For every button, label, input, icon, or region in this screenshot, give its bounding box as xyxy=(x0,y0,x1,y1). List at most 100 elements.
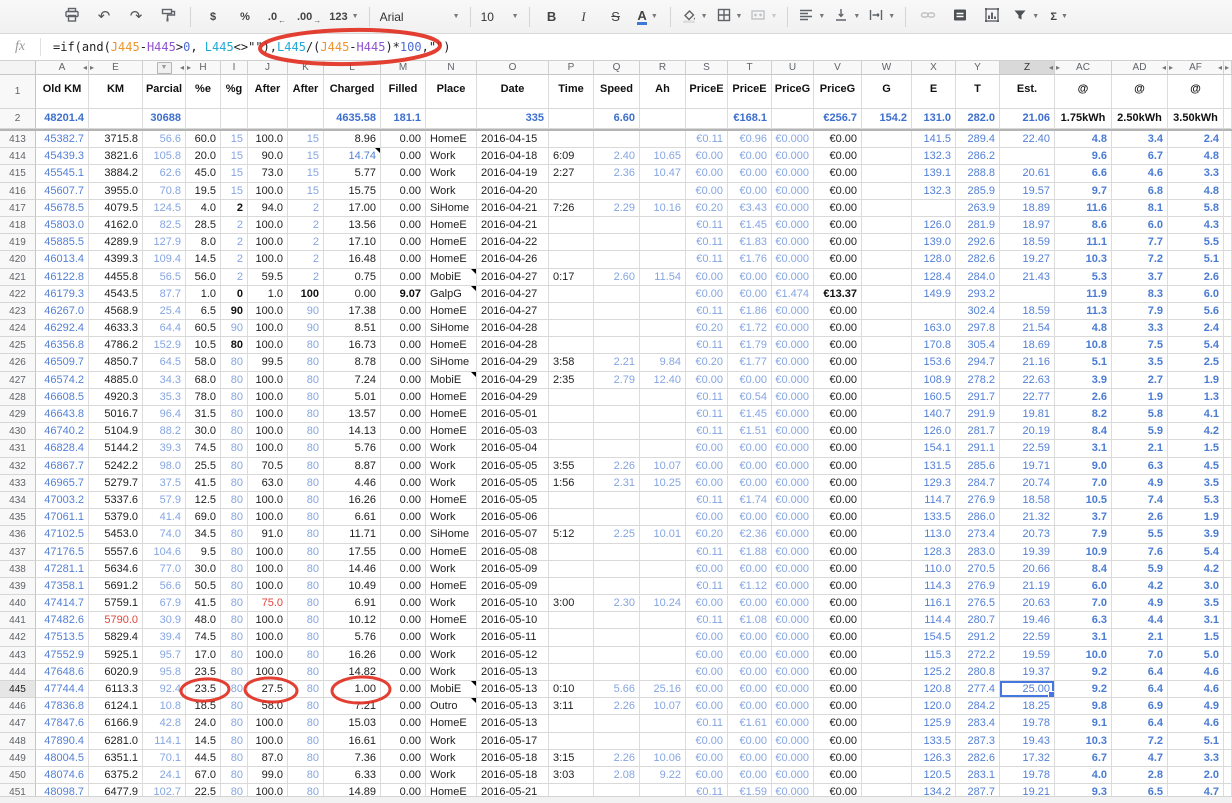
cell-O413[interactable]: 2016-04-15 xyxy=(477,131,549,148)
cell-S422[interactable]: €0.00 xyxy=(686,286,728,303)
cell-K444[interactable]: 80 xyxy=(288,664,324,681)
cell-Y449[interactable]: 282.6 xyxy=(956,750,1000,767)
cell-V426[interactable]: €0.00 xyxy=(814,354,862,371)
cell-tail[interactable] xyxy=(1224,715,1232,732)
cell-F431[interactable]: 39.3 xyxy=(143,440,186,457)
cell-O429[interactable]: 2016-05-01 xyxy=(477,406,549,423)
cell-Y448[interactable]: 287.3 xyxy=(956,733,1000,750)
merge-cells-button[interactable]: ▼ xyxy=(747,5,780,29)
cell-N439[interactable]: HomeE xyxy=(426,578,477,595)
cell-Y450[interactable]: 283.1 xyxy=(956,767,1000,784)
column-header-P[interactable]: P xyxy=(549,61,594,75)
cell-AD431[interactable]: 2.1 xyxy=(1112,440,1168,457)
row-header-435[interactable]: 435 xyxy=(0,509,36,526)
cell-V422[interactable]: €13.37 xyxy=(814,286,862,303)
cell-M432[interactable]: 0.00 xyxy=(381,458,426,475)
cell-V415[interactable]: €0.00 xyxy=(814,165,862,182)
cell-V420[interactable]: €0.00 xyxy=(814,251,862,268)
cell-P425[interactable] xyxy=(549,337,594,354)
cell-M417[interactable]: 0.00 xyxy=(381,200,426,217)
cell-F450[interactable]: 24.1 xyxy=(143,767,186,784)
cell-W448[interactable] xyxy=(862,733,912,750)
cell-M2[interactable]: 181.1 xyxy=(381,109,426,129)
cell-T2[interactable]: €168.1 xyxy=(728,109,772,129)
cell-AD416[interactable]: 6.8 xyxy=(1112,183,1168,200)
cell-V436[interactable]: €0.00 xyxy=(814,526,862,543)
cell-T415[interactable]: €0.00 xyxy=(728,165,772,182)
cell-A431[interactable]: 46828.4 xyxy=(36,440,89,457)
cell-tail[interactable] xyxy=(1224,217,1232,234)
cell-S447[interactable]: €0.11 xyxy=(686,715,728,732)
cell-W442[interactable] xyxy=(862,629,912,646)
cell-AC447[interactable]: 9.1 xyxy=(1055,715,1112,732)
cell-E422[interactable]: 4543.5 xyxy=(89,286,143,303)
cell-Q431[interactable] xyxy=(594,440,640,457)
cell-J443[interactable]: 100.0 xyxy=(248,647,288,664)
column-header-X[interactable]: X xyxy=(912,61,956,75)
cell-I431[interactable]: 80 xyxy=(221,440,248,457)
cell-P424[interactable] xyxy=(549,320,594,337)
cell-F441[interactable]: 30.9 xyxy=(143,612,186,629)
cell-X425[interactable]: 170.8 xyxy=(912,337,956,354)
cell-M424[interactable]: 0.00 xyxy=(381,320,426,337)
cell-AC427[interactable]: 3.9 xyxy=(1055,372,1112,389)
cell-X445[interactable]: 120.8 xyxy=(912,681,956,698)
cell-X447[interactable]: 125.9 xyxy=(912,715,956,732)
cell-tail[interactable] xyxy=(1224,372,1232,389)
cell-L449[interactable]: 7.36 xyxy=(324,750,381,767)
cell-Z428[interactable]: 22.77 xyxy=(1000,389,1055,406)
cell-F428[interactable]: 35.3 xyxy=(143,389,186,406)
row-header-428[interactable]: 428 xyxy=(0,389,36,406)
cell-R431[interactable] xyxy=(640,440,686,457)
cell-F443[interactable]: 95.7 xyxy=(143,647,186,664)
cell-Z446[interactable]: 18.25 xyxy=(1000,698,1055,715)
row-header-441[interactable]: 441 xyxy=(0,612,36,629)
cell-W426[interactable] xyxy=(862,354,912,371)
cell-Y413[interactable]: 289.4 xyxy=(956,131,1000,148)
cell-L425[interactable]: 16.73 xyxy=(324,337,381,354)
cell-Z434[interactable]: 18.58 xyxy=(1000,492,1055,509)
cell-U443[interactable]: €0.000 xyxy=(772,647,814,664)
horizontal-align-button[interactable]: ▼ xyxy=(795,5,828,29)
cell-P421[interactable]: 0:17 xyxy=(549,269,594,286)
cell-W428[interactable] xyxy=(862,389,912,406)
cell-J414[interactable]: 90.0 xyxy=(248,148,288,165)
cell-Q449[interactable]: 2.26 xyxy=(594,750,640,767)
cell-tail[interactable] xyxy=(1224,148,1232,165)
cell-N425[interactable]: HomeE xyxy=(426,337,477,354)
cell-S433[interactable]: €0.00 xyxy=(686,475,728,492)
cell-V439[interactable]: €0.00 xyxy=(814,578,862,595)
cell-N443[interactable]: Work xyxy=(426,647,477,664)
cell-I439[interactable]: 80 xyxy=(221,578,248,595)
cell-H424[interactable]: 60.5 xyxy=(186,320,221,337)
cell-U424[interactable]: €0.000 xyxy=(772,320,814,337)
cell-Z445[interactable]: 25.00 xyxy=(1000,681,1055,698)
cell-X422[interactable]: 149.9 xyxy=(912,286,956,303)
filter-button[interactable]: ▼ xyxy=(1009,5,1042,29)
cell-R440[interactable]: 10.24 xyxy=(640,595,686,612)
grid-corner[interactable] xyxy=(0,61,36,75)
row-header-438[interactable]: 438 xyxy=(0,561,36,578)
insert-link-button[interactable] xyxy=(913,5,943,29)
cell-S418[interactable]: €0.11 xyxy=(686,217,728,234)
cell-L418[interactable]: 13.56 xyxy=(324,217,381,234)
cell-U437[interactable]: €0.000 xyxy=(772,544,814,561)
cell-AC450[interactable]: 4.0 xyxy=(1055,767,1112,784)
cell-AD449[interactable]: 4.7 xyxy=(1112,750,1168,767)
decrease-decimals-button[interactable]: .0← xyxy=(262,5,292,29)
cell-I447[interactable]: 80 xyxy=(221,715,248,732)
cell-O436[interactable]: 2016-05-07 xyxy=(477,526,549,543)
cell-V427[interactable]: €0.00 xyxy=(814,372,862,389)
cell-AC445[interactable]: 9.2 xyxy=(1055,681,1112,698)
fill-color-button[interactable]: ▼ xyxy=(678,5,711,29)
cell-O415[interactable]: 2016-04-19 xyxy=(477,165,549,182)
cell-H425[interactable]: 10.5 xyxy=(186,337,221,354)
cell-W440[interactable] xyxy=(862,595,912,612)
cell-O447[interactable]: 2016-05-13 xyxy=(477,715,549,732)
cell-N442[interactable]: Work xyxy=(426,629,477,646)
row-header-447[interactable]: 447 xyxy=(0,715,36,732)
cell-Q442[interactable] xyxy=(594,629,640,646)
column-title-J[interactable]: %e After xyxy=(248,75,288,109)
cell-Y424[interactable]: 297.8 xyxy=(956,320,1000,337)
cell-N428[interactable]: HomeE xyxy=(426,389,477,406)
